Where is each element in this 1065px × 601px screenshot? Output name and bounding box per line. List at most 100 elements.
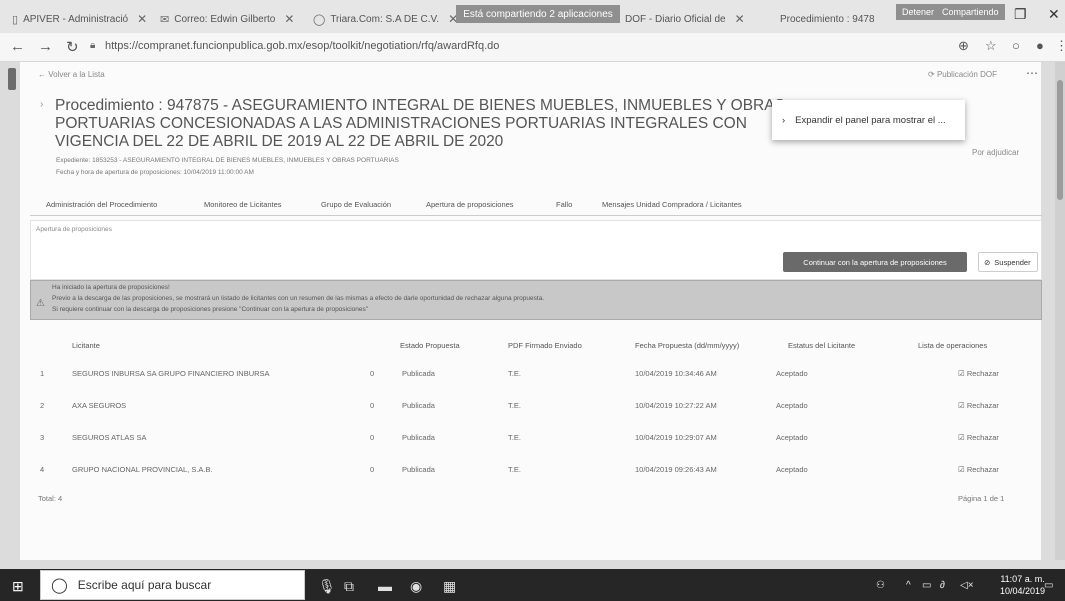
suspender-button[interactable]: ⊘ Suspender bbox=[978, 252, 1038, 272]
proposal-count: 0 bbox=[370, 401, 375, 410]
tab-procedimiento[interactable]: Procedimiento : 9478 bbox=[780, 5, 890, 33]
close-icon[interactable]: ✕ bbox=[284, 12, 294, 26]
estatus: Aceptado bbox=[776, 465, 808, 474]
close-icon[interactable]: ✕ bbox=[137, 12, 147, 26]
reload-icon[interactable]: ↻ bbox=[66, 38, 79, 56]
fecha-propuesta: 10/04/2019 09:26:43 AM bbox=[635, 465, 717, 474]
star-icon[interactable]: ☆ bbox=[985, 38, 997, 54]
chevron-right-icon: › bbox=[782, 114, 786, 126]
col-header-fecha[interactable]: Fecha Propuesta (dd/mm/yyyy) bbox=[635, 341, 739, 350]
file-explorer-icon[interactable]: ▬ bbox=[378, 578, 392, 594]
cortana-icon: ◯ bbox=[51, 577, 68, 594]
tab-label: Correo: Edwin Gilberto bbox=[174, 13, 276, 25]
clock-date: 10/04/2019 bbox=[1000, 586, 1046, 596]
fecha-propuesta: 10/04/2019 10:29:07 AM bbox=[635, 433, 717, 442]
page-icon: ▯ bbox=[12, 13, 19, 26]
tab-grupo-evaluacion[interactable]: Grupo de Evaluación bbox=[321, 200, 391, 209]
expand-panel-tooltip[interactable]: › Expandir el panel para mostrar el ... bbox=[772, 100, 965, 140]
estado: Publicada bbox=[402, 369, 435, 378]
globe-icon: ◯ bbox=[313, 13, 326, 26]
back-arrow-icon[interactable]: ← bbox=[10, 38, 25, 55]
tab-triara[interactable]: ◯ Triara.Com: S.A DE C.V. ✕ bbox=[313, 5, 461, 33]
col-header-pdf[interactable]: PDF Firmado Enviado bbox=[508, 341, 582, 350]
row-number: 4 bbox=[40, 465, 45, 474]
taskbar-search[interactable]: ◯ Escribe aquí para buscar bbox=[40, 570, 305, 600]
reject-icon: ☑ bbox=[958, 465, 965, 474]
reject-icon: ☑ bbox=[958, 433, 965, 442]
people-icon[interactable]: ⚇ bbox=[876, 580, 885, 591]
tab-mensajes[interactable]: Mensajes Unidad Compradora / Licitantes bbox=[602, 200, 742, 209]
word-icon[interactable]: ▦ bbox=[443, 578, 456, 595]
fecha-propuesta: 10/04/2019 10:34:46 AM bbox=[635, 369, 717, 378]
warning-line: Previo a la descarga de las proposicione… bbox=[52, 295, 545, 302]
tab-apertura[interactable]: Apertura de proposiciones bbox=[426, 200, 514, 209]
tab-label: APIVER - Administració bbox=[23, 13, 129, 25]
estatus: Aceptado bbox=[776, 433, 808, 442]
row-number: 2 bbox=[40, 401, 45, 410]
menu-icon[interactable]: ⋮ bbox=[1055, 38, 1065, 54]
licitante-name[interactable]: GRUPO NACIONAL PROVINCIAL, S.A.B. bbox=[72, 465, 213, 474]
licitante-name[interactable]: AXA SEGUROS bbox=[72, 401, 126, 410]
pdf-enviado: T.E. bbox=[508, 369, 521, 378]
forward-arrow-icon[interactable]: → bbox=[38, 38, 53, 55]
profile-icon[interactable]: ● bbox=[1036, 38, 1044, 53]
chrome-icon[interactable]: ◉ bbox=[410, 578, 422, 595]
more-icon[interactable]: ⋯ bbox=[1026, 66, 1038, 80]
warning-line: Si requiere continuar con la descarga de… bbox=[52, 306, 369, 313]
table-row: 3 SEGUROS ATLAS SA 0 Publicada T.E. 10/0… bbox=[30, 422, 1042, 451]
tab-label: Procedimiento : 9478 bbox=[780, 13, 875, 25]
notifications-icon[interactable]: ▭ bbox=[1044, 580, 1053, 591]
zoom-icon[interactable]: ⊕ bbox=[958, 38, 969, 54]
microphone-icon[interactable]: 🎙︎ bbox=[318, 578, 336, 595]
rechazar-button[interactable]: ☑ Rechazar bbox=[958, 401, 999, 410]
col-header-estatus[interactable]: Estatus del Licitante bbox=[788, 341, 855, 350]
suspender-label: Suspender bbox=[994, 257, 1031, 267]
side-panel-handle[interactable] bbox=[8, 68, 16, 90]
table-row: 2 AXA SEGUROS 0 Publicada T.E. 10/04/201… bbox=[30, 390, 1042, 419]
extension-icon[interactable]: ○ bbox=[1012, 38, 1020, 53]
rechazar-button[interactable]: ☑ Rechazar bbox=[958, 465, 999, 474]
chevron-up-icon[interactable]: ^ bbox=[906, 580, 911, 591]
pause-icon: ⊘ bbox=[984, 257, 991, 267]
collapse-icon[interactable]: › bbox=[40, 99, 43, 110]
tab-apiver[interactable]: ▯ APIVER - Administració ✕ bbox=[12, 5, 154, 33]
pdf-enviado: T.E. bbox=[508, 465, 521, 474]
language-icon[interactable]: ∂ bbox=[940, 580, 945, 591]
continuar-apertura-button[interactable]: Continuar con la apertura de proposicion… bbox=[783, 252, 967, 272]
tab-fallo[interactable]: Fallo bbox=[556, 200, 572, 209]
windows-start-icon[interactable]: ⊞ bbox=[12, 578, 24, 595]
tab-administracion[interactable]: Administración del Procedimiento bbox=[46, 200, 157, 209]
restore-icon[interactable]: ❐ bbox=[1014, 6, 1027, 23]
tooltip-text: Expandir el panel para mostrar el ... bbox=[795, 114, 946, 126]
rechazar-button[interactable]: ☑ Rechazar bbox=[958, 369, 999, 378]
divider bbox=[30, 215, 1042, 216]
rechazar-label: Rechazar bbox=[966, 401, 999, 410]
url-field[interactable]: https://compranet.funcionpublica.gob.mx/… bbox=[105, 40, 499, 52]
task-view-icon[interactable]: ⧉ bbox=[344, 578, 354, 595]
stop-sharing-button[interactable]: Detener bbox=[902, 7, 934, 17]
lock-icon: 🔒︎ bbox=[90, 40, 96, 51]
scrollbar-thumb[interactable] bbox=[1057, 80, 1063, 200]
clock[interactable]: 11:07 a. m. 10/04/2019 bbox=[1000, 573, 1045, 597]
close-icon[interactable]: ✕ bbox=[735, 12, 745, 26]
fecha-propuesta: 10/04/2019 10:27:22 AM bbox=[635, 401, 717, 410]
warning-line: Ha iniciado la apertura de proposiciones… bbox=[52, 284, 170, 291]
back-to-list-link[interactable]: ← Volver a la Lista bbox=[38, 70, 105, 79]
back-link-label: Volver a la Lista bbox=[48, 70, 105, 79]
proposal-count: 0 bbox=[370, 369, 375, 378]
tab-dof[interactable]: DOF - Diario Oficial de ✕ bbox=[625, 5, 753, 33]
licitante-name[interactable]: SEGUROS ATLAS SA bbox=[72, 433, 146, 442]
dof-link[interactable]: ⟳ Publicación DOF bbox=[928, 70, 997, 79]
dof-link-label: Publicación DOF bbox=[936, 70, 997, 79]
col-header-estado[interactable]: Estado Propuesta bbox=[400, 341, 460, 350]
tab-correo[interactable]: ✉ Correo: Edwin Gilberto ✕ bbox=[160, 5, 305, 33]
network-icon[interactable]: ▭ bbox=[922, 580, 931, 591]
table-total: Total: 4 bbox=[38, 494, 63, 503]
col-header-licitante[interactable]: Licitante bbox=[72, 341, 100, 350]
volume-icon[interactable]: ◁× bbox=[960, 580, 974, 591]
rechazar-button[interactable]: ☑ Rechazar bbox=[958, 433, 999, 442]
licitante-name[interactable]: SEGUROS INBURSA SA GRUPO FINANCIERO INBU… bbox=[72, 369, 270, 378]
tab-monitoreo[interactable]: Monitoreo de Licitantes bbox=[204, 200, 282, 209]
rechazar-label: Rechazar bbox=[966, 369, 999, 378]
close-window-icon[interactable]: ✕ bbox=[1048, 6, 1060, 23]
